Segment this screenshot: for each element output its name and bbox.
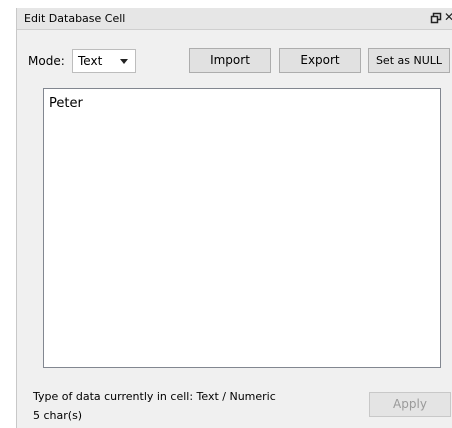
close-icon[interactable]: ✕ xyxy=(444,10,452,24)
mode-select[interactable]: Text xyxy=(72,49,136,73)
char-count-info: 5 char(s) xyxy=(33,409,83,422)
apply-button[interactable]: Apply xyxy=(369,392,451,417)
panel-title: Edit Database Cell xyxy=(24,12,126,25)
set-null-button[interactable]: Set as NULL xyxy=(368,48,450,73)
import-button[interactable]: Import xyxy=(189,48,271,73)
panel-titlebar: Edit Database Cell ✕ xyxy=(17,8,452,30)
mode-label: Mode: xyxy=(28,54,65,68)
export-button[interactable]: Export xyxy=(279,48,361,73)
data-type-info: Type of data currently in cell: Text / N… xyxy=(33,390,276,403)
chevron-down-icon xyxy=(120,59,128,64)
mode-select-value: Text xyxy=(78,54,103,68)
edit-cell-panel: Edit Database Cell ✕ Mode: Text Import E… xyxy=(16,8,452,428)
float-window-icon[interactable] xyxy=(430,12,442,24)
cell-value-text: Peter xyxy=(49,96,83,111)
cell-editor[interactable]: Peter xyxy=(43,88,441,368)
